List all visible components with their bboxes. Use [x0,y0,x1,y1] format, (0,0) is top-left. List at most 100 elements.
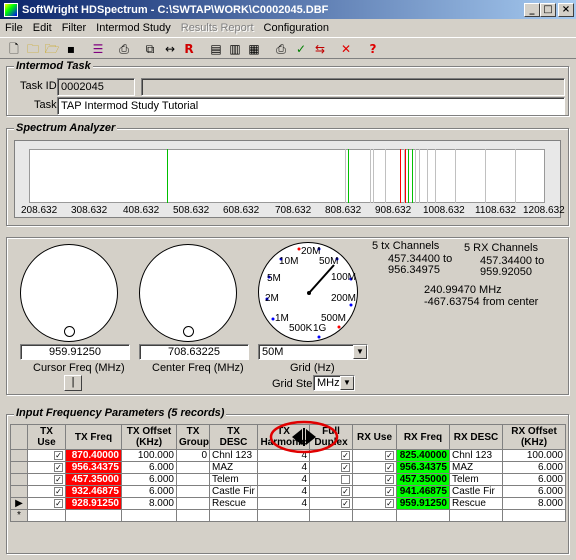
tx-harmonic-cell[interactable]: 4 [257,485,310,498]
tx-use-checkbox[interactable]: ✓ [54,450,63,460]
empty-cell[interactable] [309,509,353,522]
rx-offset-cell[interactable]: 8.000 [502,497,566,510]
tx-group-cell[interactable] [176,473,210,486]
rx-offset-cell[interactable]: 6.000 [502,485,566,498]
menu-file[interactable]: File [0,22,28,34]
print-preview-icon[interactable]: ⎙ [115,40,133,58]
center-freq-field[interactable]: 708.63225 [139,344,249,360]
rx-use-cell[interactable]: ✓ [352,473,397,486]
chevron-down-icon[interactable]: ▼ [340,376,354,390]
arrows-icon[interactable]: ↔ [161,40,179,58]
tx-freq-cell[interactable]: 870.40000 [65,449,122,462]
empty-cell[interactable] [176,509,210,522]
rx-use-cell[interactable]: ✓ [352,461,397,474]
empty-cell[interactable] [209,509,258,522]
full-duplex-cell[interactable]: ✓ [309,497,353,510]
spectrum-plot[interactable]: 208.632 308.632 408.632 508.632 608.632 … [14,140,565,218]
grid-icon[interactable]: ▦ [245,40,263,58]
full-duplex-cell[interactable] [309,473,353,486]
rx-freq-cell[interactable]: 457.35000 [396,473,450,486]
table-icon[interactable]: ▥ [226,40,244,58]
header-tx-freq[interactable]: TX Freq [65,424,122,450]
rx-offset-cell[interactable]: 100.000 [502,449,566,462]
empty-cell[interactable] [257,509,310,522]
tx-freq-cell[interactable]: 932.46875 [65,485,122,498]
rx-freq-cell[interactable]: 959.91250 [396,497,450,510]
row-selector[interactable]: * [10,509,28,522]
open-db-icon[interactable]: 🗁 [43,40,61,58]
empty-cell[interactable] [121,509,177,522]
menu-configuration[interactable]: Configuration [259,22,334,34]
empty-cell[interactable] [502,509,566,522]
chevron-down-icon[interactable]: ▼ [353,345,367,359]
cursor-small-button[interactable]: | [64,375,82,391]
rx-desc-cell[interactable]: Chnl 123 [449,449,503,462]
row-selector[interactable] [10,485,28,498]
task-field[interactable]: TAP Intermod Study Tutorial [57,97,565,115]
grid-dial[interactable]: 1M 2M 5M 10M 20M 50M 100M 200M 500M 1G 5… [258,242,358,342]
menu-results-report[interactable]: Results Report [176,22,259,34]
tx-group-cell[interactable] [176,485,210,498]
empty-cell[interactable] [27,509,66,522]
table-row[interactable]: ▶ ✓ 928.91250 8.000 Rescue 4 ✓ ✓ 959.91250 Rescue… [10,497,566,510]
tx-use-cell[interactable]: ✓ [27,461,66,474]
rx-desc-cell[interactable]: MAZ [449,461,503,474]
tx-group-cell[interactable] [176,461,210,474]
tx-use-cell[interactable]: ✓ [27,497,66,510]
tx-group-cell[interactable]: 0 [176,449,210,462]
tx-harmonic-cell[interactable]: 4 [257,497,310,510]
full-duplex-cell[interactable]: ✓ [309,485,353,498]
new-record-row[interactable]: * [10,509,566,522]
rx-use-checkbox[interactable]: ✓ [385,498,394,508]
row-selector[interactable] [10,449,28,462]
rx-offset-cell[interactable]: 6.000 [502,461,566,474]
rx-use-cell[interactable]: ✓ [352,449,397,462]
menu-edit[interactable]: Edit [28,22,57,34]
empty-cell[interactable] [352,509,397,522]
maximize-button[interactable]: □ [540,3,556,17]
full-duplex-checkbox[interactable]: ✓ [341,462,350,472]
save-icon[interactable]: ▪ [62,40,80,58]
rx-use-checkbox[interactable]: ✓ [385,462,394,472]
tx-desc-cell[interactable]: Telem [209,473,258,486]
header-tx-offset[interactable]: TX Offset (KHz) [121,424,177,450]
tx-use-checkbox[interactable]: ✓ [54,498,63,508]
full-duplex-cell[interactable]: ✓ [309,461,353,474]
print-icon[interactable]: ⎙ [272,40,290,58]
menu-filter[interactable]: Filter [57,22,91,34]
tx-use-checkbox[interactable]: ✓ [54,486,63,496]
tx-freq-cell[interactable]: 928.91250 [65,497,122,510]
new-icon[interactable]: 🗋 [5,40,23,58]
tx-desc-cell[interactable]: MAZ [209,461,258,474]
copy-icon[interactable]: ⧉ [141,40,159,58]
menu-intermod-study[interactable]: Intermod Study [91,22,176,34]
rx-use-checkbox[interactable]: ✓ [385,474,394,484]
help-icon[interactable]: ? [364,40,382,58]
empty-cell[interactable] [65,509,122,522]
table-row[interactable]: ✓ 932.46875 6.000 Castle Fir 4 ✓ ✓ 941.46875 Cas… [10,485,566,498]
task-id-field[interactable]: 0002045 [57,78,135,96]
rx-freq-cell[interactable]: 941.46875 [396,485,450,498]
center-dial-knob[interactable] [183,326,194,337]
tx-group-cell[interactable] [176,497,210,510]
rx-desc-cell[interactable]: Telem [449,473,503,486]
header-rx-freq[interactable]: RX Freq [396,424,450,450]
row-selector[interactable]: ▶ [10,497,28,510]
rx-desc-cell[interactable]: Castle Fir [449,485,503,498]
check-icon[interactable]: ✓ [292,40,310,58]
cursor-freq-dial[interactable] [20,244,118,342]
close-window-button[interactable]: × [558,3,574,17]
rx-freq-cell[interactable]: 825.40000 [396,449,450,462]
header-tx-group[interactable]: TX Group [176,424,210,450]
chart-icon[interactable]: ▤ [207,40,225,58]
tx-harmonic-cell[interactable]: 4 [257,473,310,486]
rx-use-cell[interactable]: ✓ [352,485,397,498]
tx-offset-cell[interactable]: 6.000 [121,473,177,486]
empty-cell[interactable] [396,509,450,522]
tx-use-checkbox[interactable]: ✓ [54,474,63,484]
table-row[interactable]: ✓ 457.35000 6.000 Telem 4 ✓ 457.35000 Telem 6.00… [10,473,566,486]
full-duplex-checkbox[interactable]: ✓ [341,486,350,496]
header-tx-use[interactable]: TX Use [27,424,66,450]
compare-icon[interactable]: ⇆ [311,40,329,58]
rx-freq-cell[interactable]: 956.34375 [396,461,450,474]
